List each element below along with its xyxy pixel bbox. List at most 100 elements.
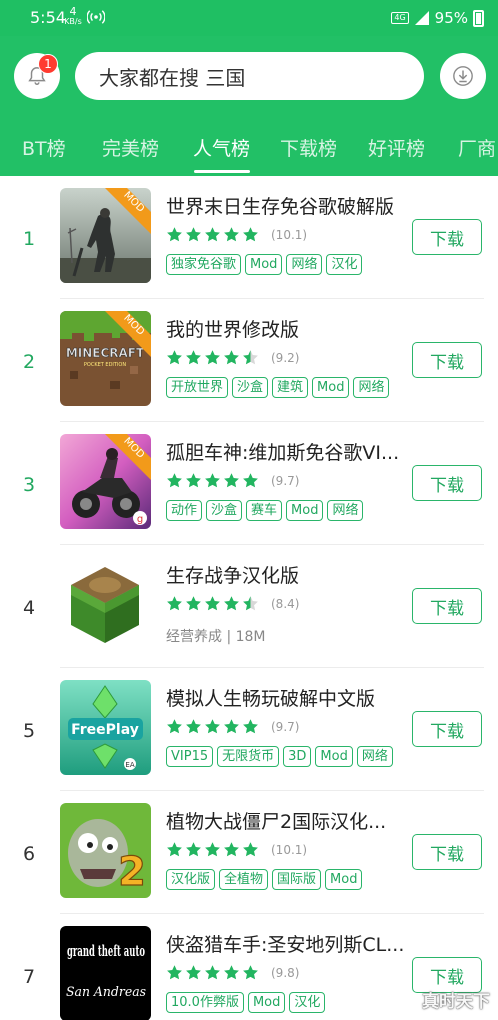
list-item[interactable]: 1 MOD 世界末日生存免谷歌破解版 (10.1) 独家免谷歌 Mod 网络 汉化 下… <box>0 176 498 299</box>
list-item[interactable]: 4 生存战争汉化版 (8.4) 经营养成 | 18M 下载 <box>0 545 498 668</box>
minecraft-logo-subtext: POCKET EDITION <box>84 362 126 368</box>
search-placeholder: 大家都在搜 三国 <box>99 65 246 90</box>
svg-text:g: g <box>137 514 143 525</box>
list-item[interactable]: 5 FreePlay EA 模拟人生畅玩破解中文版 (9.7) VIP15 无限货… <box>0 668 498 791</box>
notification-badge: 1 <box>38 54 58 74</box>
download-button[interactable]: 下载 <box>412 711 482 747</box>
app-title: 孤胆车神:维加斯免谷歌VI... <box>166 442 400 464</box>
tag-badge: 10.0作弊版 <box>166 992 244 1013</box>
app-title: 我的世界修改版 <box>166 319 300 341</box>
category-tabs: BT榜 完美榜 人气榜 下载榜 好评榜 厂商 <box>0 130 498 176</box>
star-icon <box>167 227 182 242</box>
star-icon <box>205 227 220 242</box>
star-icon <box>243 596 258 611</box>
search-input[interactable]: 大家都在搜 三国 <box>75 52 424 100</box>
download-button[interactable]: 下载 <box>412 588 482 624</box>
net-speed-value: 4 <box>69 5 77 18</box>
star-icon <box>205 965 220 980</box>
star-icon <box>243 227 258 242</box>
star-icon <box>205 719 220 734</box>
tag-badge: 汉化 <box>326 254 363 275</box>
watermark: 真时天下 <box>422 992 490 1012</box>
star-icon <box>243 965 258 980</box>
star-icon <box>224 842 239 857</box>
star-icon <box>224 719 239 734</box>
status-bar: 5:54 4 KB/s 4G 95% <box>0 0 498 36</box>
tag-list: VIP15 无限货币 3D Mod 网络 <box>166 746 393 767</box>
rating-stars: (9.7) <box>166 718 299 735</box>
app-title: 世界末日生存免谷歌破解版 <box>166 196 395 218</box>
app-title: 生存战争汉化版 <box>166 565 300 587</box>
star-icon <box>186 473 201 488</box>
tag-list: 开放世界 沙盒 建筑 Mod 网络 <box>166 377 390 398</box>
star-icon <box>167 719 182 734</box>
tag-list: 10.0作弊版 Mod 汉化 <box>166 992 326 1013</box>
tag-badge: 动作 <box>166 500 203 521</box>
tag-badge: Mod <box>315 746 353 767</box>
tab-popular[interactable]: 人气榜 <box>193 134 250 161</box>
tab-downloads[interactable]: 下载榜 <box>280 134 337 161</box>
battery-percent: 95% <box>434 9 468 27</box>
tag-list: 动作 沙盒 赛车 Mod 网络 <box>166 500 364 521</box>
tab-bt[interactable]: BT榜 <box>22 134 66 161</box>
tag-badge: Mod <box>312 377 350 398</box>
star-icon <box>224 227 239 242</box>
rating-stars: (9.8) <box>166 964 299 981</box>
network-type: 4G <box>391 12 409 24</box>
signal-icon <box>414 11 429 25</box>
app-meta: 经营养成 | 18M <box>166 629 266 645</box>
list-item[interactable]: 6 2 植物大战僵尸2国际汉化... (10.1) 汉化版 全植物 国际版 Mod 下… <box>0 791 498 914</box>
list-item[interactable]: 2 MINECRAFT POCKET EDITION MOD 我的世界修改版 (… <box>0 299 498 422</box>
star-icon <box>205 350 220 365</box>
tab-rating[interactable]: 好评榜 <box>368 134 425 161</box>
gta-logo-text: grand theft auto <box>67 942 145 960</box>
star-icon <box>167 350 182 365</box>
tag-badge: 开放世界 <box>166 377 229 398</box>
star-icon <box>186 596 201 611</box>
star-icon <box>205 473 220 488</box>
rating-score: (9.7) <box>271 719 300 734</box>
tag-badge: Mod <box>247 992 286 1013</box>
rank-number: 4 <box>22 597 36 619</box>
tab-perfect[interactable]: 完美榜 <box>102 134 159 161</box>
tag-badge: 3D <box>283 746 312 767</box>
tab-vendor[interactable]: 厂商 <box>458 134 496 161</box>
app-icon: grand theft auto San Andreas <box>60 926 151 1020</box>
rating-stars: (10.1) <box>166 841 307 858</box>
app-header: 1 大家都在搜 三国 BT榜 完美榜 人气榜 下载榜 好评榜 厂商 <box>0 36 498 176</box>
rank-number: 3 <box>22 474 36 496</box>
star-icon <box>186 350 201 365</box>
star-icon <box>243 719 258 734</box>
download-button[interactable]: 下载 <box>412 834 482 870</box>
status-icons: 4G 95% <box>391 8 484 28</box>
rank-number: 1 <box>22 228 36 250</box>
star-icon <box>205 596 220 611</box>
download-button[interactable]: 下载 <box>412 219 482 255</box>
freeplay-logo-text: FreePlay <box>71 722 139 738</box>
tag-badge: VIP15 <box>166 746 214 767</box>
tag-badge: 网络 <box>286 254 323 275</box>
download-manager-button[interactable] <box>440 53 486 99</box>
app-title: 植物大战僵尸2国际汉化... <box>166 811 387 833</box>
rating-stars: (8.4) <box>166 595 299 612</box>
rank-number: 6 <box>22 843 36 865</box>
app-icon: 2 <box>60 803 151 898</box>
star-icon <box>205 842 220 857</box>
rank-number: 5 <box>22 720 36 742</box>
star-icon <box>186 965 201 980</box>
tag-badge: 全植物 <box>219 869 269 890</box>
star-icon <box>167 965 182 980</box>
clock: 5:54 <box>30 8 66 27</box>
star-icon <box>224 596 239 611</box>
download-icon <box>453 66 473 86</box>
tag-badge: 国际版 <box>272 869 322 890</box>
download-button[interactable]: 下载 <box>412 342 482 378</box>
star-icon <box>167 842 182 857</box>
battery-icon <box>473 9 484 27</box>
list-item[interactable]: 3 g MOD 孤胆车神:维加斯免谷歌VI... (9.7) 动作 沙盒 赛车 Mod… <box>0 422 498 545</box>
net-speed: 4 KB/s <box>64 6 82 26</box>
download-button[interactable]: 下载 <box>412 465 482 501</box>
tag-badge: 独家免谷歌 <box>166 254 242 275</box>
rating-score: (8.4) <box>271 596 300 611</box>
mod-ribbon: MOD <box>105 311 151 357</box>
